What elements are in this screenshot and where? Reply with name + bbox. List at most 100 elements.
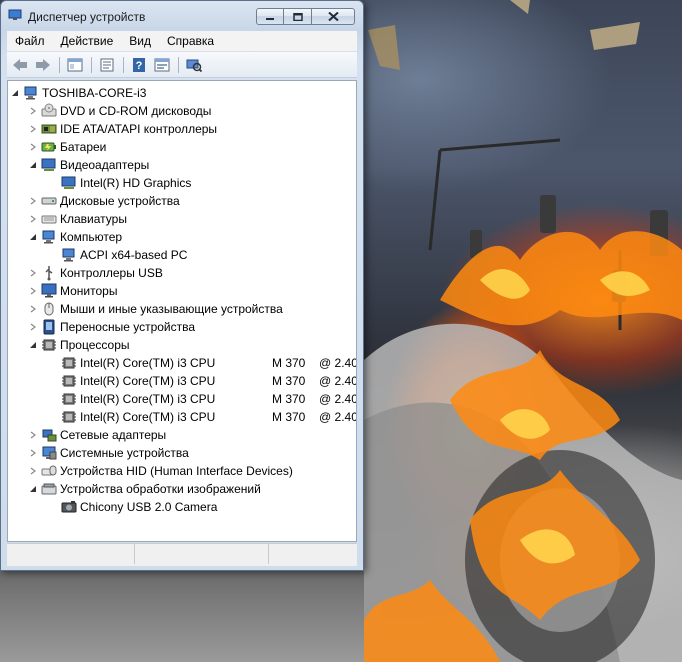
usb-icon [45,266,53,281]
tree-category-item[interactable]: Компьютер [28,228,122,246]
monitor-icon [41,283,57,298]
tree-device-item[interactable]: Chicony USB 2.0 Camera [48,498,217,516]
cpu-model: M 370 [272,356,306,370]
battery-icon [41,142,56,152]
processor-icon [62,393,76,405]
expand-arrow-icon[interactable] [28,192,38,210]
expand-arrow-icon[interactable] [28,138,38,156]
computer-icon [42,230,55,244]
menu-view[interactable]: Вид [121,34,159,48]
tree-item-label: Переносные устройства [60,320,196,334]
cpu-speed: @ 2.40GHz [319,392,356,406]
tree-category-item[interactable]: Устройства HID (Human Interface Devices) [28,462,293,480]
maximize-button[interactable] [284,8,312,25]
system-device-icon [42,446,57,460]
display-adapter-icon [61,176,76,189]
tree-category-item[interactable]: Системные устройства [28,444,189,462]
tree-device-item[interactable]: Intel(R) HD Graphics [48,174,191,192]
tree-item-label: Мониторы [60,284,118,298]
tree-category-item[interactable]: DVD и CD-ROM дисководы [28,102,211,120]
hid-icon [41,465,57,476]
network-adapter-icon [42,429,57,442]
collapse-arrow-icon[interactable] [28,480,38,498]
expand-arrow-icon[interactable] [28,102,38,120]
device-tree[interactable]: TOSHIBA-CORE-i3 DVD и CD-ROM дисководы IDE… [7,80,357,542]
expand-arrow-icon[interactable] [28,444,38,462]
tree-item-label: Intel(R) Core(TM) i3 CPU [80,374,216,388]
cpu-model: M 370 [272,392,306,406]
tree-category-item[interactable]: IDE ATA/ATAPI контроллеры [28,120,217,138]
scan-hardware-button[interactable] [183,55,205,75]
tree-item-label: Батареи [60,140,107,154]
minimize-button[interactable] [256,8,284,25]
tree-item-label: Компьютер [60,230,123,244]
status-pane [7,544,135,564]
tree-item-label: ACPI x64-based PC [80,248,188,262]
help-button[interactable]: ? [128,55,150,75]
menu-action[interactable]: Действие [53,34,122,48]
show-hidden-icon [154,58,170,71]
show-hidden-button[interactable] [151,55,173,75]
scan-hardware-icon [186,59,202,72]
expand-arrow-icon[interactable] [28,120,38,138]
tree-category-item[interactable]: Клавиатуры [28,210,127,228]
tree-category-item[interactable]: Мыши и иные указывающие устройства [28,300,283,318]
tree-category-item[interactable]: Переносные устройства [28,318,195,336]
tree-category-item[interactable]: Мониторы [28,282,117,300]
toolbar-separator [178,56,179,73]
expand-arrow-icon[interactable] [28,264,38,282]
toolbar-separator [123,56,124,73]
processor-icon [42,339,56,351]
ide-controller-icon [41,124,57,134]
back-icon [13,58,27,71]
tree-category-item[interactable]: Дисковые устройства [28,192,180,210]
tree-item-label: Intel(R) HD Graphics [80,176,192,190]
cpu-model: M 370 [272,410,306,424]
forward-button[interactable] [32,55,54,75]
tree-category-item[interactable]: Сетевые адаптеры [28,426,166,444]
tree-category-item[interactable]: Батареи [28,138,106,156]
dvd-icon [41,103,57,117]
status-bar [7,543,357,566]
tree-item-label: Intel(R) Core(TM) i3 CPU [80,410,216,424]
title-bar[interactable]: Диспетчер устройств [1,1,363,29]
menu-file[interactable]: Файл [7,34,53,48]
device-manager-window: Диспетчер устройств Файл Действие Вид Сп… [0,0,364,571]
tree-item-label: TOSHIBA-CORE-i3 [42,86,147,100]
tree-item-label: Сетевые адаптеры [60,428,167,442]
tree-category-item[interactable]: Устройства обработки изображений [28,480,261,498]
tree-category-item[interactable]: Видеоадаптеры [28,156,149,174]
show-hide-console-tree-button[interactable] [64,55,86,75]
properties-button[interactable] [96,55,118,75]
close-icon [327,12,339,21]
expand-arrow-icon[interactable] [28,426,38,444]
expand-arrow-icon[interactable] [28,282,38,300]
tree-processor-item[interactable]: Intel(R) Core(TM) i3 CPU M 370 @ 2.40GHz [48,390,356,408]
expand-arrow-icon[interactable] [28,462,38,480]
imaging-device-icon [41,483,57,495]
collapse-arrow-icon[interactable] [28,156,38,174]
disk-drive-icon [41,197,57,205]
collapse-arrow-icon[interactable] [28,336,38,354]
expand-arrow-icon[interactable] [28,300,38,318]
menu-help[interactable]: Справка [159,34,222,48]
cpu-model: M 370 [272,374,306,388]
tree-category-item[interactable]: Процессоры [28,336,130,354]
tree-root-computer[interactable]: TOSHIBA-CORE-i3 [10,84,146,102]
expand-arrow-icon[interactable] [28,210,38,228]
tree-item-label: Устройства HID (Human Interface Devices) [60,464,293,478]
tree-processor-item[interactable]: Intel(R) Core(TM) i3 CPU M 370 @ 2.40GHz [48,372,356,390]
collapse-arrow-icon[interactable] [10,84,20,102]
expand-arrow-icon[interactable] [28,318,38,336]
tree-processor-item[interactable]: Intel(R) Core(TM) i3 CPU M 370 @ 2.40GHz [48,354,356,372]
tree-device-item[interactable]: ACPI x64-based PC [48,246,187,264]
back-button[interactable] [9,55,31,75]
collapse-arrow-icon[interactable] [28,228,38,246]
maximize-icon [292,12,303,21]
tree-category-item[interactable]: Контроллеры USB [28,264,163,282]
tree-item-label: DVD и CD-ROM дисководы [60,104,212,118]
close-button[interactable] [312,8,355,25]
tree-processor-item[interactable]: Intel(R) Core(TM) i3 CPU M 370 @ 2.40GHz [48,408,356,426]
console-tree-icon [67,58,83,71]
minimize-icon [266,17,274,20]
